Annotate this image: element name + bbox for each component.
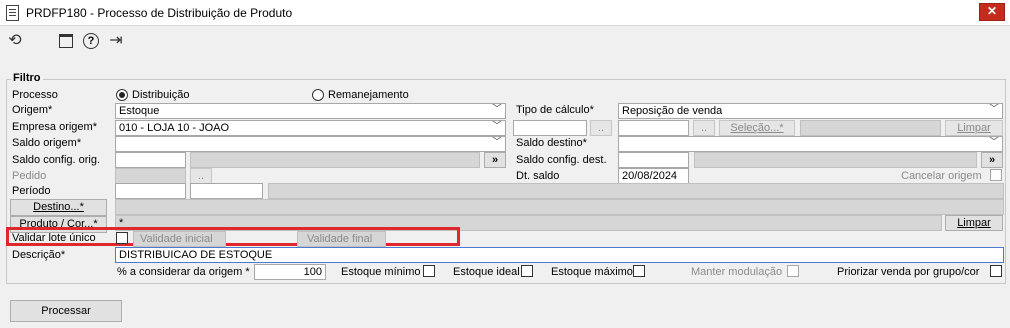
dt-saldo-field[interactable]: 20/08/2024: [618, 168, 689, 184]
origem-label: Origem*: [12, 104, 53, 116]
validade-final-field: Validade final: [297, 231, 386, 247]
dt-saldo-label: Dt. saldo: [516, 170, 560, 182]
percent-label: % a considerar da origem *: [117, 266, 250, 278]
descricao-input[interactable]: DISTRIBUICAO DE ESTOQUE: [115, 247, 1004, 263]
descricao-label: Descrição*: [12, 249, 66, 261]
tipo-calculo-value: Reposição de venda: [622, 105, 723, 117]
estoque-maximo-label: Estoque máximo: [551, 266, 633, 278]
tipo-aux-field[interactable]: [513, 120, 587, 136]
periodo-start-field[interactable]: [115, 183, 186, 199]
estoque-ideal-checkbox[interactable]: [521, 265, 533, 277]
origem-value: Estoque: [119, 105, 160, 117]
chevron-down-icon: ﹀: [492, 121, 502, 132]
selecao-ellipsis-button[interactable]: ..: [693, 120, 715, 136]
empresa-origem-label: Empresa origem*: [12, 121, 97, 133]
saldo-origem-select[interactable]: ﹀: [115, 136, 506, 152]
estoque-minimo-checkbox[interactable]: [423, 265, 435, 277]
saldo-config-orig-nav-button[interactable]: »: [484, 152, 506, 168]
document-icon: [6, 5, 19, 21]
priorizar-label: Priorizar venda por grupo/cor: [837, 266, 980, 278]
saldo-destino-label: Saldo destino*: [516, 137, 587, 149]
descricao-value: DISTRIBUICAO DE ESTOQUE: [119, 249, 273, 261]
percent-input[interactable]: 100: [254, 264, 326, 280]
radio-remanejamento-label[interactable]: Remanejamento: [328, 89, 409, 101]
close-button[interactable]: ✕: [979, 3, 1005, 21]
destino-field: [115, 199, 1004, 215]
empresa-origem-select[interactable]: 010 - LOJA 10 - JOAO ﹀: [115, 120, 506, 136]
periodo-desc: [268, 183, 1004, 199]
saldo-config-dest-label: Saldo config. dest.: [516, 154, 607, 166]
empresa-origem-value: 010 - LOJA 10 - JOAO: [119, 122, 230, 134]
radio-distribuicao-label[interactable]: Distribuição: [132, 89, 189, 101]
saldo-config-orig-field[interactable]: [115, 152, 186, 168]
periodo-end-field[interactable]: [190, 183, 263, 199]
tipo-calculo-select[interactable]: Reposição de venda ﹀: [618, 103, 1003, 119]
radio-distribuicao[interactable]: [116, 89, 128, 101]
validade-final-label: Validade final: [307, 233, 373, 245]
refresh-icon[interactable]: ⟲: [5, 31, 25, 51]
validade-inicial-field: Validade inicial: [133, 231, 226, 247]
processar-button[interactable]: Processar: [10, 300, 122, 322]
processo-label: Processo: [12, 89, 58, 101]
priorizar-checkbox[interactable]: [990, 265, 1002, 277]
chevron-down-icon: ﹀: [492, 137, 502, 148]
pedido-field: [115, 168, 186, 184]
group-title: Filtro: [11, 72, 43, 84]
title-bar: PRDFP180 - Processo de Distribuição de P…: [0, 0, 1010, 26]
saldo-config-dest-nav-button[interactable]: »: [981, 152, 1003, 168]
estoque-maximo-checkbox[interactable]: [633, 265, 645, 277]
origem-select[interactable]: Estoque ﹀: [115, 103, 506, 119]
radio-remanejamento[interactable]: [312, 89, 324, 101]
calendar-icon[interactable]: [59, 34, 73, 48]
estoque-minimo-label: Estoque mínimo: [341, 266, 421, 278]
chevron-down-icon: ﹀: [492, 104, 502, 115]
pedido-ellipsis-button[interactable]: ..: [190, 168, 212, 184]
selecao-result-field: [800, 120, 941, 136]
saldo-origem-label: Saldo origem*: [12, 137, 82, 149]
chevron-down-icon: ﹀: [989, 104, 999, 115]
saldo-config-orig-desc: [190, 152, 480, 168]
manter-modulacao-checkbox[interactable]: [787, 265, 799, 277]
estoque-ideal-label: Estoque ideal: [453, 266, 520, 278]
selecao-button[interactable]: Seleção...*: [719, 120, 795, 136]
selecao-code-field[interactable]: [618, 120, 689, 136]
saldo-config-orig-label: Saldo config. orig.: [12, 154, 101, 166]
limpar-produto-button[interactable]: Limpar: [945, 215, 1003, 231]
periodo-label: Período: [12, 185, 51, 197]
saldo-destino-select[interactable]: ﹀: [618, 136, 1003, 152]
validar-lote-label: Validar lote único: [12, 232, 96, 244]
tipo-aux-ellipsis-button[interactable]: ..: [590, 120, 612, 136]
cancelar-origem-checkbox[interactable]: [990, 169, 1002, 181]
cancelar-origem-label: Cancelar origem: [901, 170, 982, 182]
saldo-config-dest-field[interactable]: [618, 152, 689, 168]
limpar-selecao-button[interactable]: Limpar: [945, 120, 1003, 136]
pedido-label: Pedido: [12, 170, 47, 182]
destino-button[interactable]: Destino...*: [10, 199, 107, 216]
manter-modulacao-label: Manter modulação: [691, 266, 783, 278]
window-title: PRDFP180 - Processo de Distribuição de P…: [26, 6, 293, 20]
validade-inicial-label: Validade inicial: [140, 233, 213, 245]
tipo-calculo-label: Tipo de cálculo*: [516, 104, 594, 116]
chevron-down-icon: ﹀: [989, 137, 999, 148]
exit-icon[interactable]: ⇥: [106, 31, 126, 51]
help-icon[interactable]: ?: [83, 33, 99, 49]
saldo-config-dest-desc: [694, 152, 977, 168]
validar-lote-checkbox[interactable]: [116, 232, 128, 244]
